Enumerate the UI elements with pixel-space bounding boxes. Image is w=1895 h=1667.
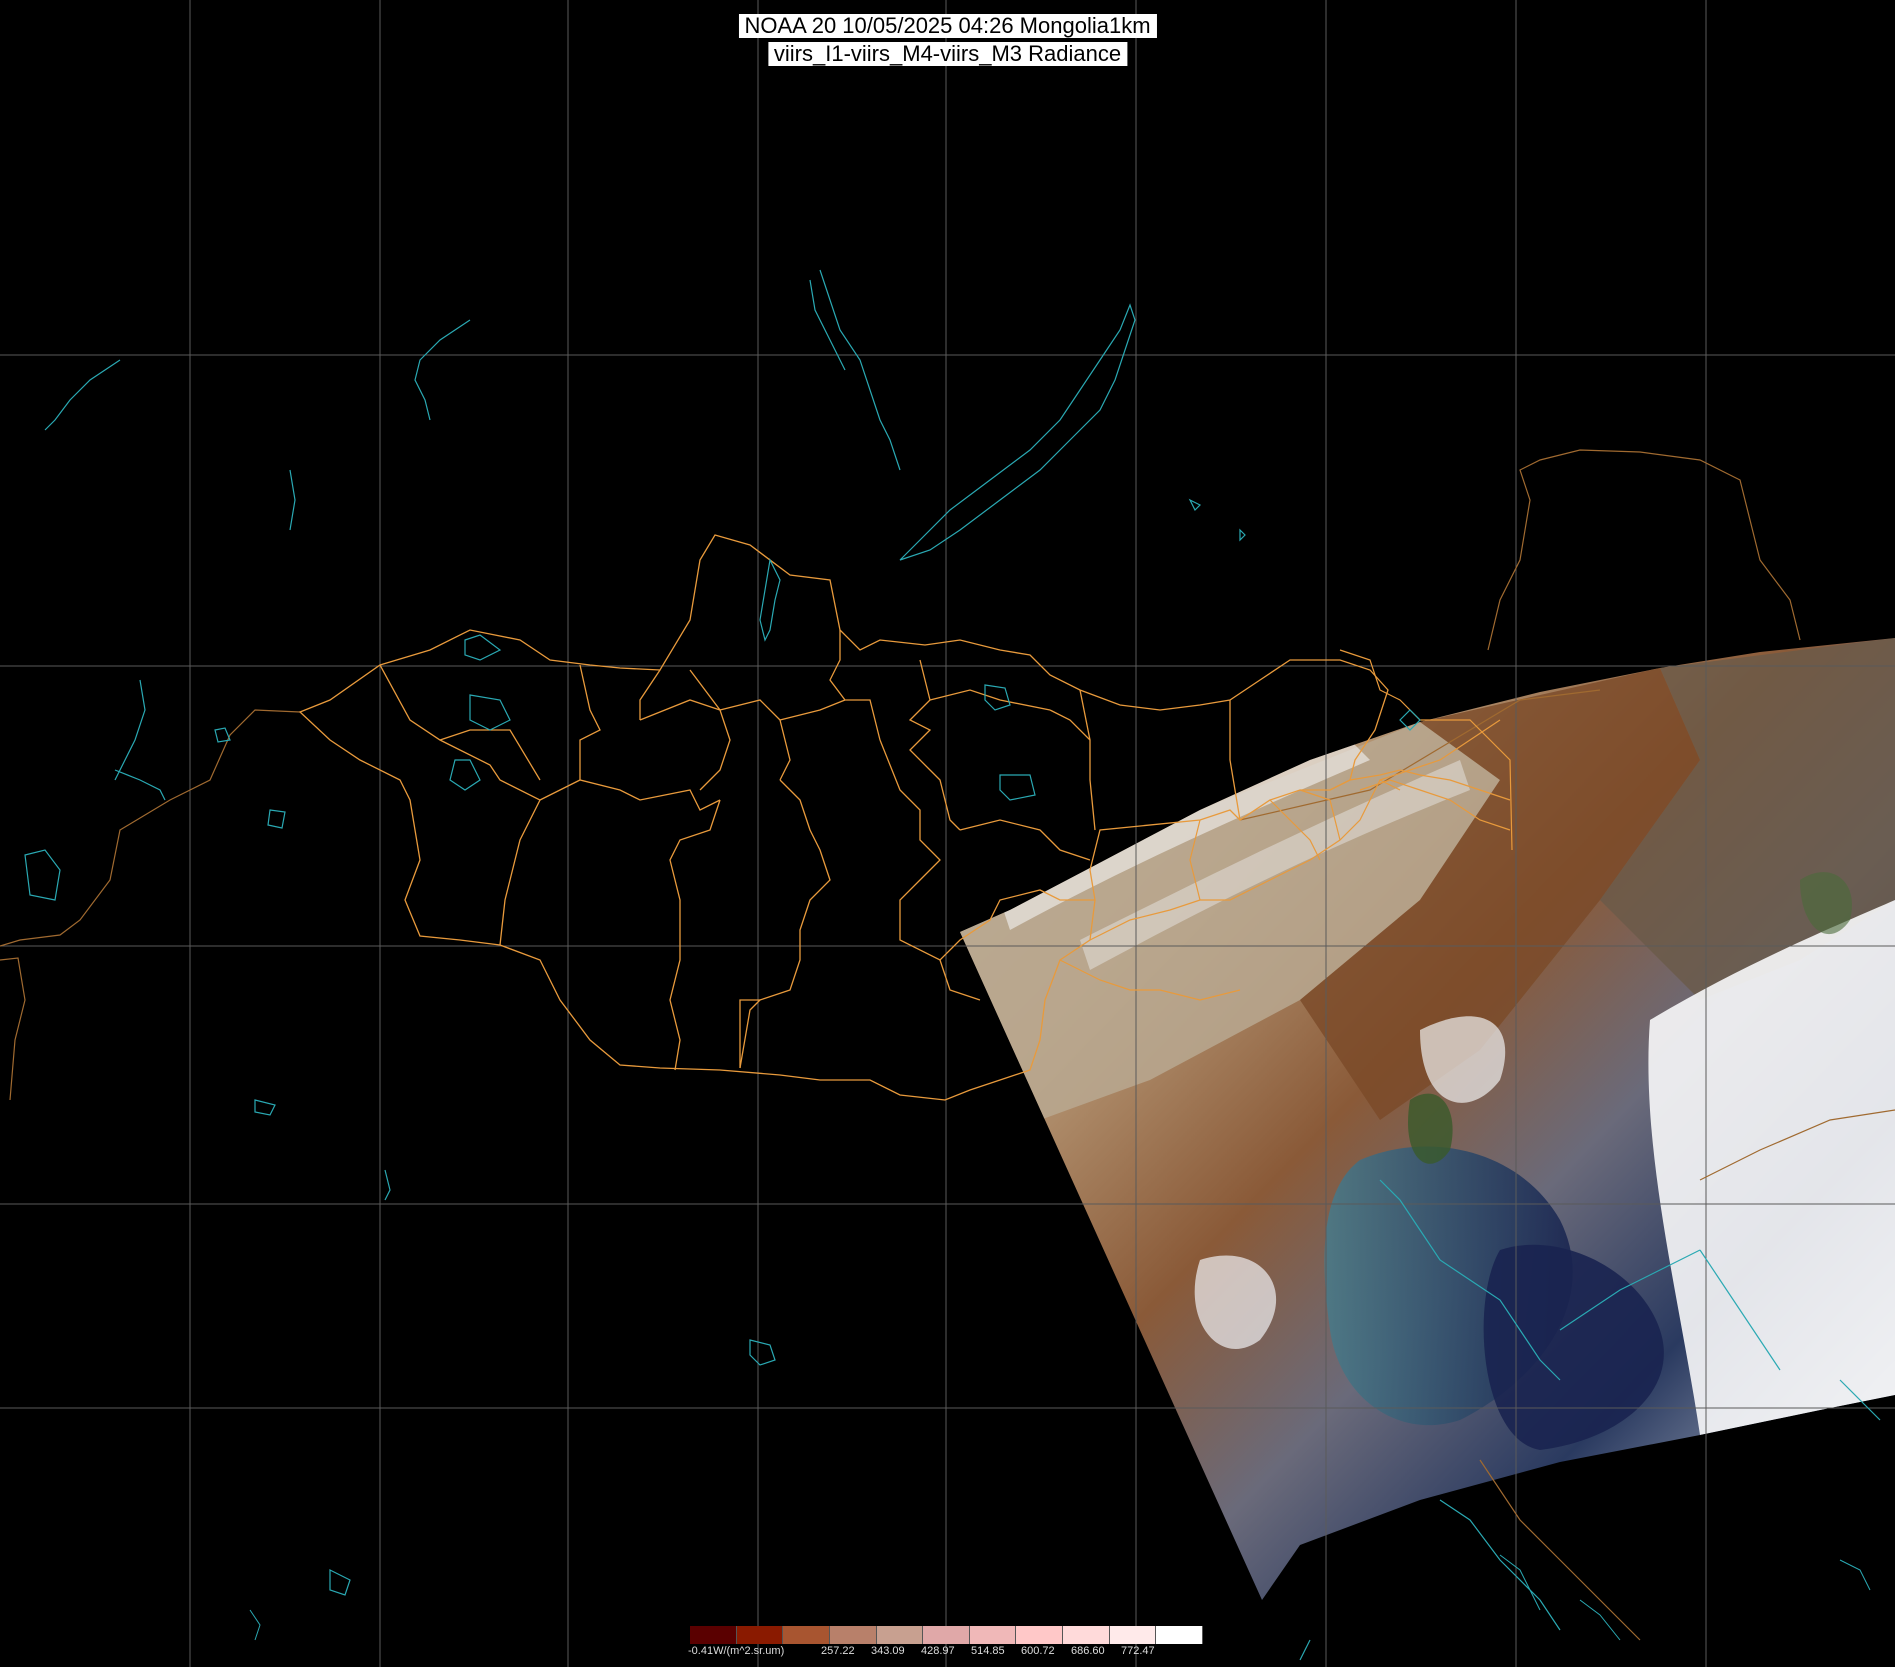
colorbar-unit-label: -0.41W/(m^2.sr.um) <box>688 1645 785 1657</box>
colorbar-segment <box>783 1626 830 1644</box>
satellite-map <box>0 0 1895 1667</box>
colorbar-tick-label: 600.72 <box>1021 1645 1055 1657</box>
colorbar-tick-label: 343.09 <box>871 1645 905 1657</box>
colorbar-tick-label: 772.47 <box>1121 1645 1155 1657</box>
colorbar-tick-label: 686.60 <box>1071 1645 1105 1657</box>
colorbar-segment <box>690 1626 737 1644</box>
colorbar-segment <box>829 1626 877 1644</box>
title-line-2: viirs_I1-viirs_M4-viirs_M3 Radiance <box>767 42 1128 66</box>
colorbar-segment <box>1109 1626 1157 1644</box>
colorbar-segment <box>1063 1626 1110 1644</box>
colorbar-tick-label: 257.22 <box>821 1645 855 1657</box>
colorbar-labels: -0.41W/(m^2.sr.um) 257.22 343.09 428.97 … <box>688 1645 1208 1661</box>
colorbar <box>690 1626 1204 1644</box>
satellite-swath <box>960 638 1895 1600</box>
colorbar-segment <box>876 1626 924 1644</box>
colorbar-segment <box>1016 1626 1064 1644</box>
colorbar-segment <box>1156 1626 1204 1644</box>
colorbar-segment <box>969 1626 1017 1644</box>
title-line-1: NOAA 20 10/05/2025 04:26 Mongolia1km <box>738 14 1157 38</box>
colorbar-segment <box>923 1626 970 1644</box>
colorbar-segment <box>736 1626 784 1644</box>
colorbar-tick-label: 428.97 <box>921 1645 955 1657</box>
colorbar-tick-label: 514.85 <box>971 1645 1005 1657</box>
